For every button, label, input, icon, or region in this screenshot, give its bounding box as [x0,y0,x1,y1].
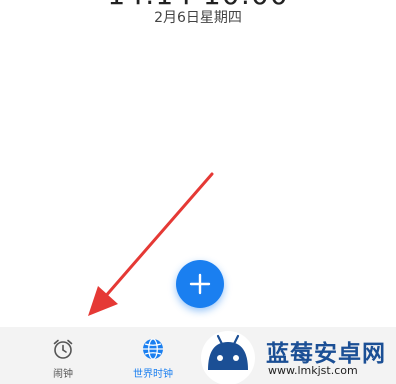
tab-world-clock-label: 世界时钟 [133,369,173,380]
globe-icon [143,338,163,360]
tab-world-clock[interactable]: 世界时钟 [118,327,188,384]
tab-alarm[interactable]: 闹钟 [28,327,98,384]
date-label: 2月6日星期四 [154,10,242,26]
add-button[interactable] [176,260,224,308]
alarm-clock-icon [53,339,73,359]
watermark-title: 蓝莓安卓网 [266,341,386,367]
tab-alarm-label: 闹钟 [53,369,73,380]
watermark-url: www.lmkjst.com [268,364,358,377]
clock-app-screen: 14:14 10:00 2月6日星期四 闹钟 [0,0,396,384]
plus-icon [189,273,211,295]
android-robot-icon [201,331,255,384]
site-watermark: 蓝莓安卓网 www.lmkjst.com [196,320,396,384]
